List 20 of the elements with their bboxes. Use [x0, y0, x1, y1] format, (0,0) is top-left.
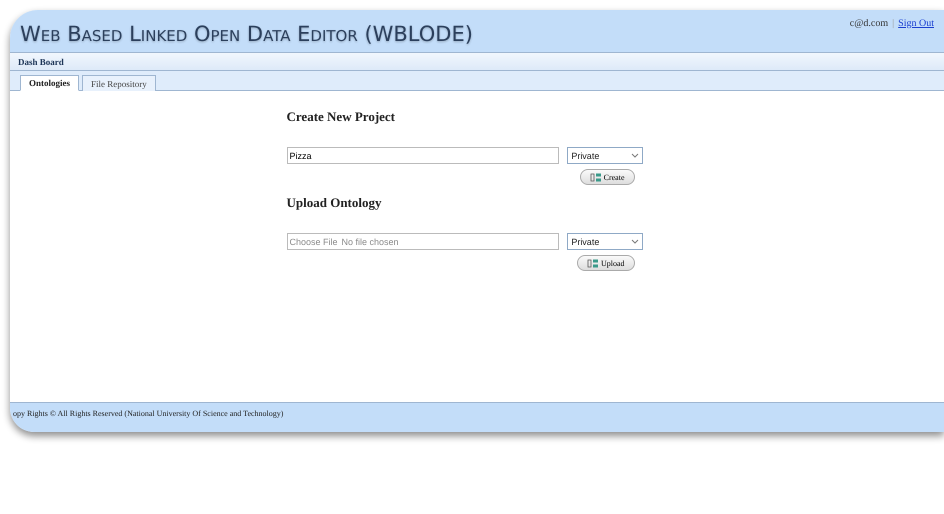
diagram-icon — [590, 172, 602, 182]
section-heading: Create New Project — [286, 109, 396, 125]
copyright-text: opy Rights © All Rights Reserved (National University Of Science and Technology) — [12, 409, 284, 418]
separator: | — [892, 18, 894, 29]
visibility-select[interactable]: Private — [567, 233, 642, 250]
chevron-down-icon — [630, 153, 638, 158]
user-email: c@d.com — [850, 18, 888, 29]
section-heading: Upload Ontology — [286, 195, 382, 211]
chevron-down-icon — [630, 239, 638, 244]
create-button[interactable]: Create — [580, 169, 634, 185]
sign-out-link[interactable]: Sign Out — [898, 18, 934, 29]
diagram-icon — [586, 258, 599, 268]
tab[interactable]: Ontologies — [20, 75, 80, 91]
app-title: Web Based Linked Open Data Editor (WBLODE) — [20, 22, 473, 46]
file-input-field[interactable]: Choose File No file chosen — [286, 233, 560, 250]
dashboard-label: Dash Board — [18, 56, 64, 66]
tab[interactable]: File Repository — [82, 75, 156, 91]
upload-button[interactable]: Upload — [576, 255, 634, 271]
project-name-field[interactable]: Pizza — [286, 147, 560, 164]
visibility-select[interactable]: Private — [567, 147, 642, 164]
